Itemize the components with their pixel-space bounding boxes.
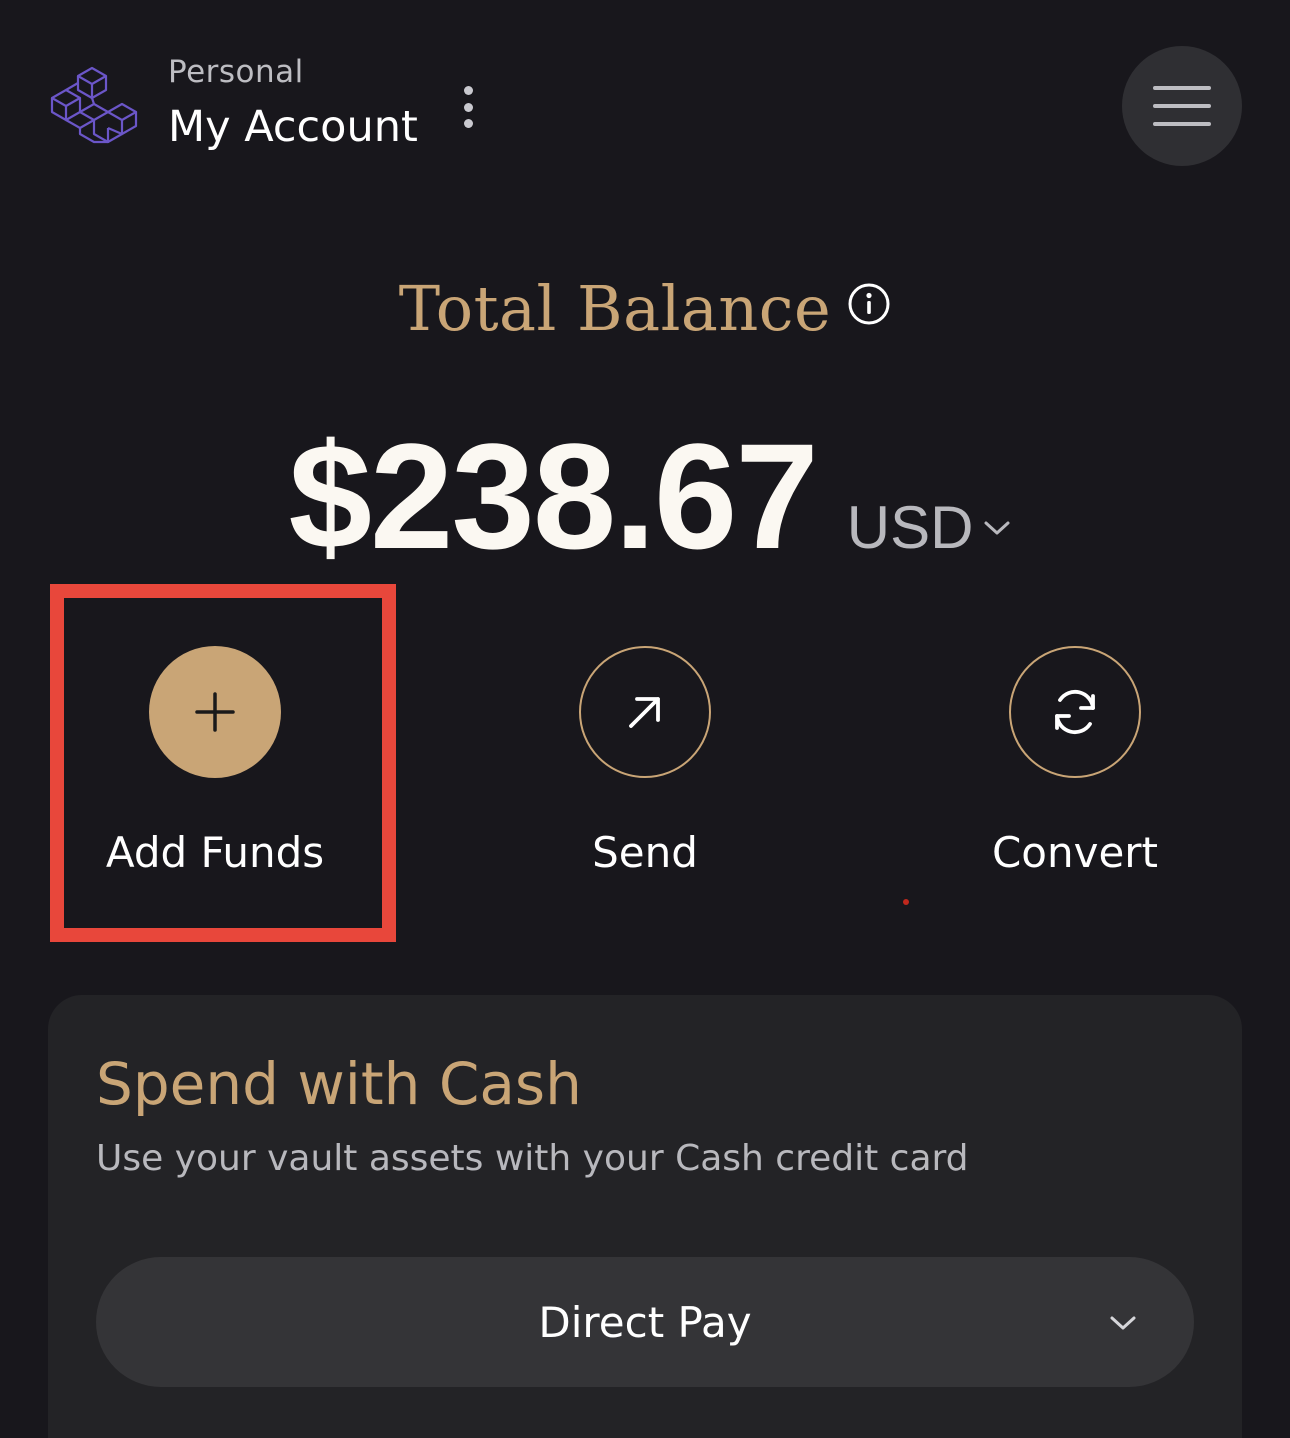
account-type-label: Personal	[168, 54, 304, 90]
cursor-dot	[903, 899, 909, 905]
convert-button[interactable]: Convert	[925, 646, 1225, 877]
balance-amount-row: $238.67 USD	[0, 410, 1290, 583]
send-circle[interactable]	[579, 646, 711, 778]
account-name[interactable]: My Account	[168, 102, 418, 152]
currency-label: USD	[846, 494, 974, 561]
hamburger-menu-button[interactable]	[1122, 46, 1242, 166]
send-button[interactable]: Send	[495, 646, 795, 877]
balance-amount: $238.67	[288, 412, 819, 580]
convert-label: Convert	[991, 828, 1159, 877]
more-options-icon[interactable]	[454, 82, 482, 132]
highlight-box	[50, 584, 396, 942]
balance-header: Total Balance	[0, 272, 1290, 345]
card-subtitle: Use your vault assets with your Cash cre…	[96, 1138, 969, 1179]
logo-icon	[48, 58, 144, 154]
payment-method-select[interactable]: Direct Pay	[96, 1257, 1194, 1387]
refresh-icon	[1055, 689, 1095, 735]
convert-circle[interactable]	[1009, 646, 1141, 778]
card-title: Spend with Cash	[96, 1050, 582, 1118]
chevron-down-icon	[1110, 1316, 1136, 1330]
wallet-screen: Personal My Account Total Balance $238.6…	[0, 0, 1290, 1438]
info-icon[interactable]	[847, 282, 891, 326]
arrow-up-right-icon	[629, 697, 660, 728]
spend-with-cash-card: Spend with Cash Use your vault assets wi…	[48, 995, 1242, 1438]
currency-selector[interactable]: USD	[847, 493, 1012, 562]
send-label: Send	[592, 828, 698, 877]
payment-method-label: Direct Pay	[538, 1297, 752, 1347]
balance-title: Total Balance	[398, 272, 832, 345]
chevron-down-icon	[984, 521, 1010, 534]
